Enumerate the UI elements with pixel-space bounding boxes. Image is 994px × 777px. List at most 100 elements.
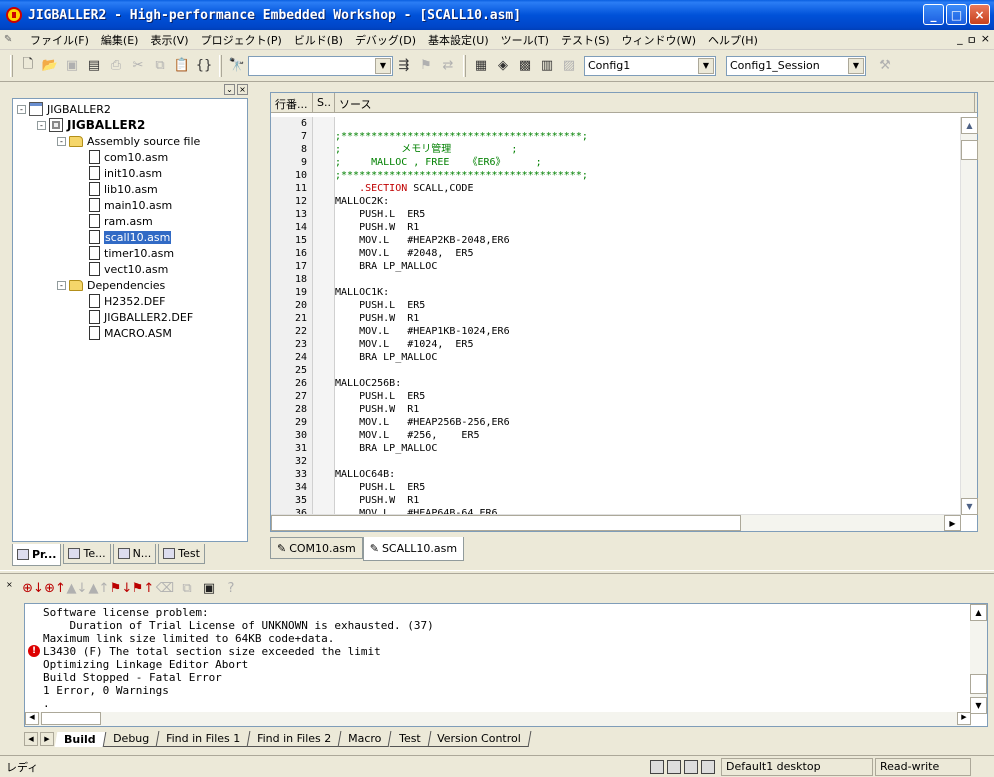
scroll-down-icon[interactable]: ▼ [961,498,978,515]
tree-node[interactable]: - JIGBALLER2 [13,117,247,133]
scroll-right-icon[interactable]: ▶ [957,712,971,725]
output-tab[interactable]: Version Control [427,731,532,747]
tool-icon[interactable]: ⚒ [874,55,896,77]
code-line[interactable]: 30 MOV.L #256, ER5 [271,429,480,442]
code-line[interactable]: 14 PUSH.W R1 [271,221,419,234]
mdi-restore-button[interactable]: ㅁ [967,32,977,48]
tree-node[interactable]: - Dependencies [13,277,247,293]
close-icon[interactable]: × [237,84,248,95]
output-line[interactable]: 1 Error, 0 Warnings [43,684,169,697]
column-status[interactable]: S.. [313,93,335,112]
code-line[interactable]: 19 MALLOC1K: [271,286,389,299]
scroll-thumb[interactable] [961,140,978,160]
output-line[interactable]: L3430 (F) The total section size exceede… [43,645,381,658]
pin-icon[interactable]: ⌄ [224,84,235,95]
code-line[interactable]: 12 MALLOC2K: [271,195,389,208]
find-next-icon[interactable]: ⇶ [393,55,415,77]
menu-edit[interactable]: 編集(E) [95,32,145,48]
open-folder-icon[interactable]: 📂 [39,55,61,77]
match-brace-icon[interactable]: {} [193,55,215,77]
app-icon[interactable] [6,7,22,23]
prev-warning-icon[interactable]: ▲↑ [88,577,110,599]
code-line[interactable]: 29 MOV.L #HEAP256B-256,ER6 [271,416,510,429]
output-tab[interactable]: Find in Files 1 [156,731,251,747]
code-line[interactable]: 28 PUSH.W R1 [271,403,419,416]
menu-project[interactable]: プロジェクト(P) [195,32,288,48]
clear-icon[interactable]: ⌫ [154,577,176,599]
print-icon[interactable]: ⎙ [105,55,127,77]
session-combo[interactable]: Config1_Session ▼ [726,55,866,76]
menu-view[interactable]: 表示(V) [144,32,194,48]
code-line[interactable]: 24 BRA LP_MALLOC [271,351,437,364]
editor-vertical-scrollbar[interactable]: ▲ ▼ [960,117,978,515]
expand-toggle-icon[interactable]: - [57,136,66,146]
menu-setup[interactable]: 基本設定(U) [422,32,495,48]
output-line[interactable]: Build Stopped - Fatal Error [43,671,222,684]
output-tab[interactable]: Debug [103,731,160,747]
code-line[interactable]: 8 ; メモリ管理 ; [271,143,517,156]
copy-icon[interactable]: ⧉ [149,55,171,77]
title-bar[interactable]: JIGBALLER2 - High-performance Embedded W… [0,0,994,30]
prev-error-icon[interactable]: ⊕↑ [44,577,66,599]
save-icon[interactable]: ▣ [198,577,220,599]
code-line[interactable]: 16 MOV.L #2048, ER5 [271,247,474,260]
scroll-thumb[interactable] [41,712,101,725]
close-icon[interactable]: × [6,580,18,589]
save-all-icon[interactable]: ▤ [83,55,105,77]
toolbar-grip[interactable] [463,54,466,77]
code-line[interactable]: 31 BRA LP_MALLOC [271,442,437,455]
workspace-tab[interactable]: Pr... [12,544,62,566]
code-line[interactable]: 23 MOV.L #1024, ER5 [271,338,474,351]
tree-node[interactable]: JIGBALLER2.DEF [13,309,247,325]
scroll-down-icon[interactable]: ▼ [970,697,987,714]
expand-toggle-icon[interactable]: - [37,120,46,130]
tree-node[interactable]: MACRO.ASM [13,325,247,341]
menu-help[interactable]: ヘルプ(H) [702,32,764,48]
menu-tools[interactable]: ツール(T) [495,32,555,48]
output-line[interactable]: Duration of Trial License of UNKNOWN is … [43,619,433,632]
new-file-icon[interactable]: 🗋 [17,55,39,77]
workspace-tab[interactable]: Te... [63,544,111,564]
document-icon[interactable]: ✎ [4,34,20,46]
menu-file[interactable]: ファイル(F) [24,32,95,48]
column-source[interactable]: ソース [335,93,975,112]
prev-message-icon[interactable]: ⚑↑ [132,577,155,599]
code-line[interactable]: 22 MOV.L #HEAP1KB-1024,ER6 [271,325,510,338]
output-line[interactable]: Maximum link size limited to 64KB code+d… [43,632,334,645]
code-line[interactable]: 33 MALLOC64B: [271,468,395,481]
stop-build-icon[interactable]: ▥ [536,55,558,77]
scroll-thumb[interactable] [271,515,741,531]
tree-node[interactable]: lib10.asm [13,181,247,197]
scroll-left-icon[interactable]: ◀ [25,712,39,725]
toolbar-grip[interactable] [10,54,13,77]
code-line[interactable]: 26 MALLOC256B: [271,377,401,390]
tree-node[interactable]: H2352.DEF [13,293,247,309]
code-line[interactable]: 9 ; MALLOC , FREE 《ER6》 ; [271,156,542,169]
menu-window[interactable]: ウィンドウ(W) [616,32,702,48]
cut-icon[interactable]: ✂ [127,55,149,77]
editor-horizontal-scrollbar[interactable]: ▶ [271,514,961,531]
scroll-up-icon[interactable]: ▲ [961,117,978,134]
next-error-icon[interactable]: ⊕↓ [22,577,44,599]
maximize-button[interactable]: □ [946,4,967,25]
bookmark-icon[interactable]: ⚑ [415,55,437,77]
clean-icon[interactable]: ▨ [558,55,580,77]
tree-node[interactable]: - JIGBALLER2 [13,101,247,117]
workspace-tab[interactable]: N... [112,544,157,564]
build-all-icon[interactable]: ▩ [514,55,536,77]
config-combo[interactable]: Config1 ▼ [584,55,716,76]
code-line[interactable]: 17 BRA LP_MALLOC [271,260,437,273]
copy-icon[interactable]: ⧉ [176,577,198,599]
tree-node[interactable]: init10.asm [13,165,247,181]
expand-toggle-icon[interactable]: - [57,280,66,290]
output-line[interactable]: Optimizing Linkage Editor Abort [43,658,248,671]
scroll-right-icon[interactable]: ▶ [944,515,961,531]
output-tab[interactable]: Build [54,731,106,747]
column-line-number[interactable]: 行番... [271,93,313,112]
document-tab[interactable]: ✎ SCALL10.asm [362,537,465,561]
menu-test[interactable]: テスト(S) [555,32,616,48]
build-output[interactable]: ▲ ▼ ◀ ▶ Software license problem: Durati… [24,603,988,727]
search-combo[interactable]: ▼ [248,55,393,76]
minimize-button[interactable]: _ [923,4,944,25]
menu-build[interactable]: ビルド(B) [288,32,349,48]
